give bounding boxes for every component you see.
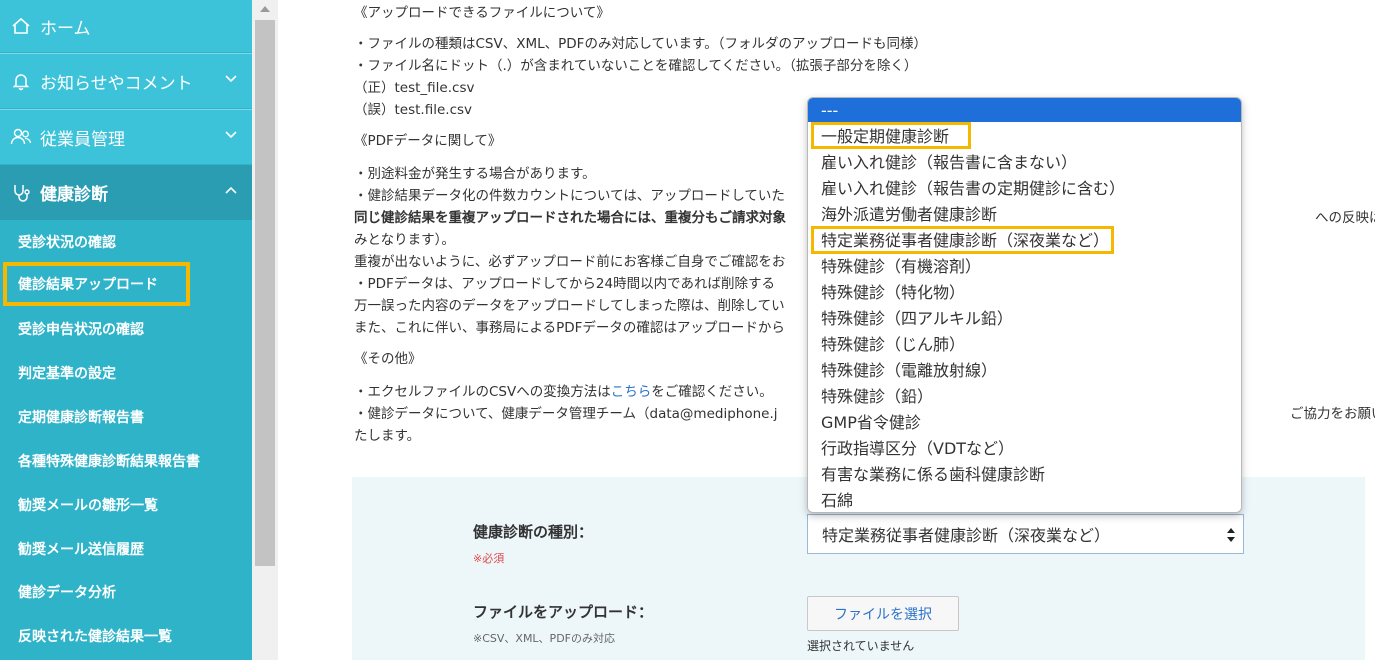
other-line-3: たします。 — [354, 428, 421, 444]
pdf-line-2: ・健診結果データ化の件数カウントについては、アップロードしていた — [354, 188, 785, 204]
nav-employees[interactable]: 従業員管理 — [0, 109, 252, 164]
pdf-line-4: みとなります）。 — [354, 232, 455, 248]
other-line-1-a: ・エクセルファイルのCSVへの変換方法は — [354, 384, 611, 400]
nav-health-checkup[interactable]: 健康診断 — [0, 165, 252, 220]
file-format-note: ※CSV、XML、PDFのみ対応 — [473, 632, 615, 645]
pdf-line-6: ・PDFデータは、アップロードしてから24時間以内であれば削除する — [354, 276, 775, 292]
dropdown-option[interactable]: GMP省令健診 — [808, 408, 1241, 434]
scrollbar-thumb[interactable] — [255, 20, 275, 566]
chevron-up-icon[interactable] — [224, 183, 238, 197]
dropdown-option[interactable]: 雇い入れ健診（報告書に含まない） — [808, 148, 1241, 174]
other-line-1-b: をご確認ください。 — [651, 384, 773, 400]
sub-item-criteria-settings[interactable]: 判定基準の設定 — [0, 351, 252, 395]
files-example-ng: （誤）test.file.csv — [354, 102, 473, 118]
other-line-1: ・エクセルファイルのCSVへの変換方法はこちらをご確認ください。 — [354, 381, 773, 403]
other-line-2: ・健診データについて、健康データ管理チーム（data@mediphone.j — [354, 406, 778, 422]
dropdown-option[interactable]: 特殊健診（じん肺） — [808, 330, 1241, 356]
scroll-up-arrow-icon[interactable] — [260, 6, 270, 12]
convert-guide-link[interactable]: こちら — [611, 384, 652, 400]
checkup-type-select[interactable]: 特定業務従事者健康診断（深夜業など） — [807, 514, 1244, 554]
dropdown-option[interactable]: 雇い入れ健診（報告書の定期健診に含む） — [808, 174, 1241, 200]
other-line-2-right: ご協力をお願いい — [1290, 406, 1375, 422]
sidebar: ホーム お知らせやコメント 従業員管理 健康診断 受診状況の確認 健診結果アップ… — [0, 0, 252, 660]
sub-item-mail-history[interactable]: 勧奨メール送信履歴 — [0, 527, 252, 571]
choose-file-button[interactable]: ファイルを選択 — [807, 596, 959, 631]
sub-item-result-upload[interactable]: 健診結果アップロード — [3, 262, 190, 306]
chevron-down-icon[interactable] — [224, 72, 238, 86]
dropdown-option[interactable]: 有害な業務に係る歯科健康診断 — [808, 460, 1241, 486]
checkup-type-label: 健康診断の種別： — [473, 523, 594, 541]
files-line-2: ・ファイル名にドット（.）が含まれていないことを確認してください。（拡張子部分を… — [354, 58, 918, 74]
nav-home[interactable]: ホーム — [0, 0, 252, 52]
option-highlight-box — [811, 122, 971, 149]
sidebar-scrollbar[interactable] — [252, 0, 278, 660]
sub-item-exam-status[interactable]: 受診状況の確認 — [0, 220, 252, 264]
sub-item-periodic-report[interactable]: 定期健康診断報告書 — [0, 395, 252, 439]
dropdown-option[interactable]: 行政指導区分（VDTなど） — [808, 434, 1241, 460]
required-note: ※必須 — [473, 552, 505, 565]
sub-item-reflected-results[interactable]: 反映された健診結果一覧 — [0, 614, 252, 658]
sub-item-report-status[interactable]: 受診申告状況の確認 — [0, 307, 252, 351]
other-heading: 《その他》 — [354, 351, 422, 367]
pdf-line-3: 同じ健診結果を重複アップロードされた場合には、重複分もご請求対象 — [354, 207, 786, 229]
nav-notices[interactable]: お知らせやコメント — [0, 53, 252, 108]
dropdown-option[interactable]: 特殊健診（特化物） — [808, 278, 1241, 304]
pdf-line-3-bold: 同じ健診結果を重複アップロードされた場合には、重複分もご請求対象 — [354, 210, 786, 226]
pdf-heading: 《PDFデータに関して》 — [354, 133, 502, 149]
files-heading: 《アップロードできるファイルについて》 — [354, 5, 610, 21]
stethoscope-icon — [10, 182, 32, 204]
pdf-line-7: 万一誤った内容のデータをアップロードしてしまった際は、削除してい — [354, 298, 785, 314]
people-icon — [10, 126, 32, 148]
nav-health-checkup-label: 健康診断 — [40, 185, 108, 205]
pdf-line-8: また、これに伴い、事務局によるPDFデータの確認はアップロードから — [354, 320, 785, 336]
sub-item-special-report[interactable]: 各種特殊健康診断結果報告書 — [0, 439, 252, 483]
chevron-down-icon[interactable] — [224, 128, 238, 142]
checkup-type-dropdown-list[interactable]: --- 一般定期健康診断 雇い入れ健診（報告書に含まない） 雇い入れ健診（報告書… — [807, 97, 1242, 513]
option-highlight-box — [811, 226, 1114, 254]
dropdown-option[interactable]: --- — [808, 98, 1241, 122]
files-line-1: ・ファイルの種類はCSV、XML、PDFのみ対応しています。（フォルダのアップロ… — [354, 36, 927, 52]
nav-home-label: ホーム — [40, 18, 91, 39]
dropdown-option[interactable]: 特殊健診（四アルキル鉛） — [808, 304, 1241, 330]
file-upload-label: ファイルをアップロード： — [473, 603, 654, 621]
select-arrows-icon — [1227, 528, 1235, 542]
dropdown-option[interactable]: 特殊健診（鉛） — [808, 382, 1241, 408]
nav-employees-label: 従業員管理 — [40, 129, 125, 150]
pdf-line-1: ・別途料金が発生する場合があります。 — [354, 166, 596, 182]
home-icon — [10, 15, 32, 37]
pdf-line-3-right: への反映は1件の — [1315, 210, 1375, 226]
dropdown-option[interactable]: 特殊健診（有機溶剤） — [808, 252, 1241, 278]
dropdown-option[interactable]: 石綿 — [808, 486, 1241, 512]
nav-notices-label: お知らせやコメント — [40, 73, 193, 94]
pdf-line-5: 重複が出ないように、必ずアップロード前にお客様ご自身でご確認をお — [354, 254, 786, 270]
no-file-selected-text: 選択されていません — [807, 639, 915, 653]
sub-item-mail-templates[interactable]: 勧奨メールの雛形一覧 — [0, 483, 252, 527]
files-example-ok: （正）test_file.csv — [354, 80, 475, 96]
dropdown-option[interactable]: 特殊健診（電離放射線） — [808, 356, 1241, 382]
dropdown-option[interactable]: 海外派遣労働者健康診断 — [808, 200, 1241, 226]
checkup-type-select-value: 特定業務従事者健康診断（深夜業など） — [822, 526, 1111, 545]
bell-icon — [10, 70, 32, 92]
sub-item-data-analysis[interactable]: 健診データ分析 — [0, 570, 252, 614]
